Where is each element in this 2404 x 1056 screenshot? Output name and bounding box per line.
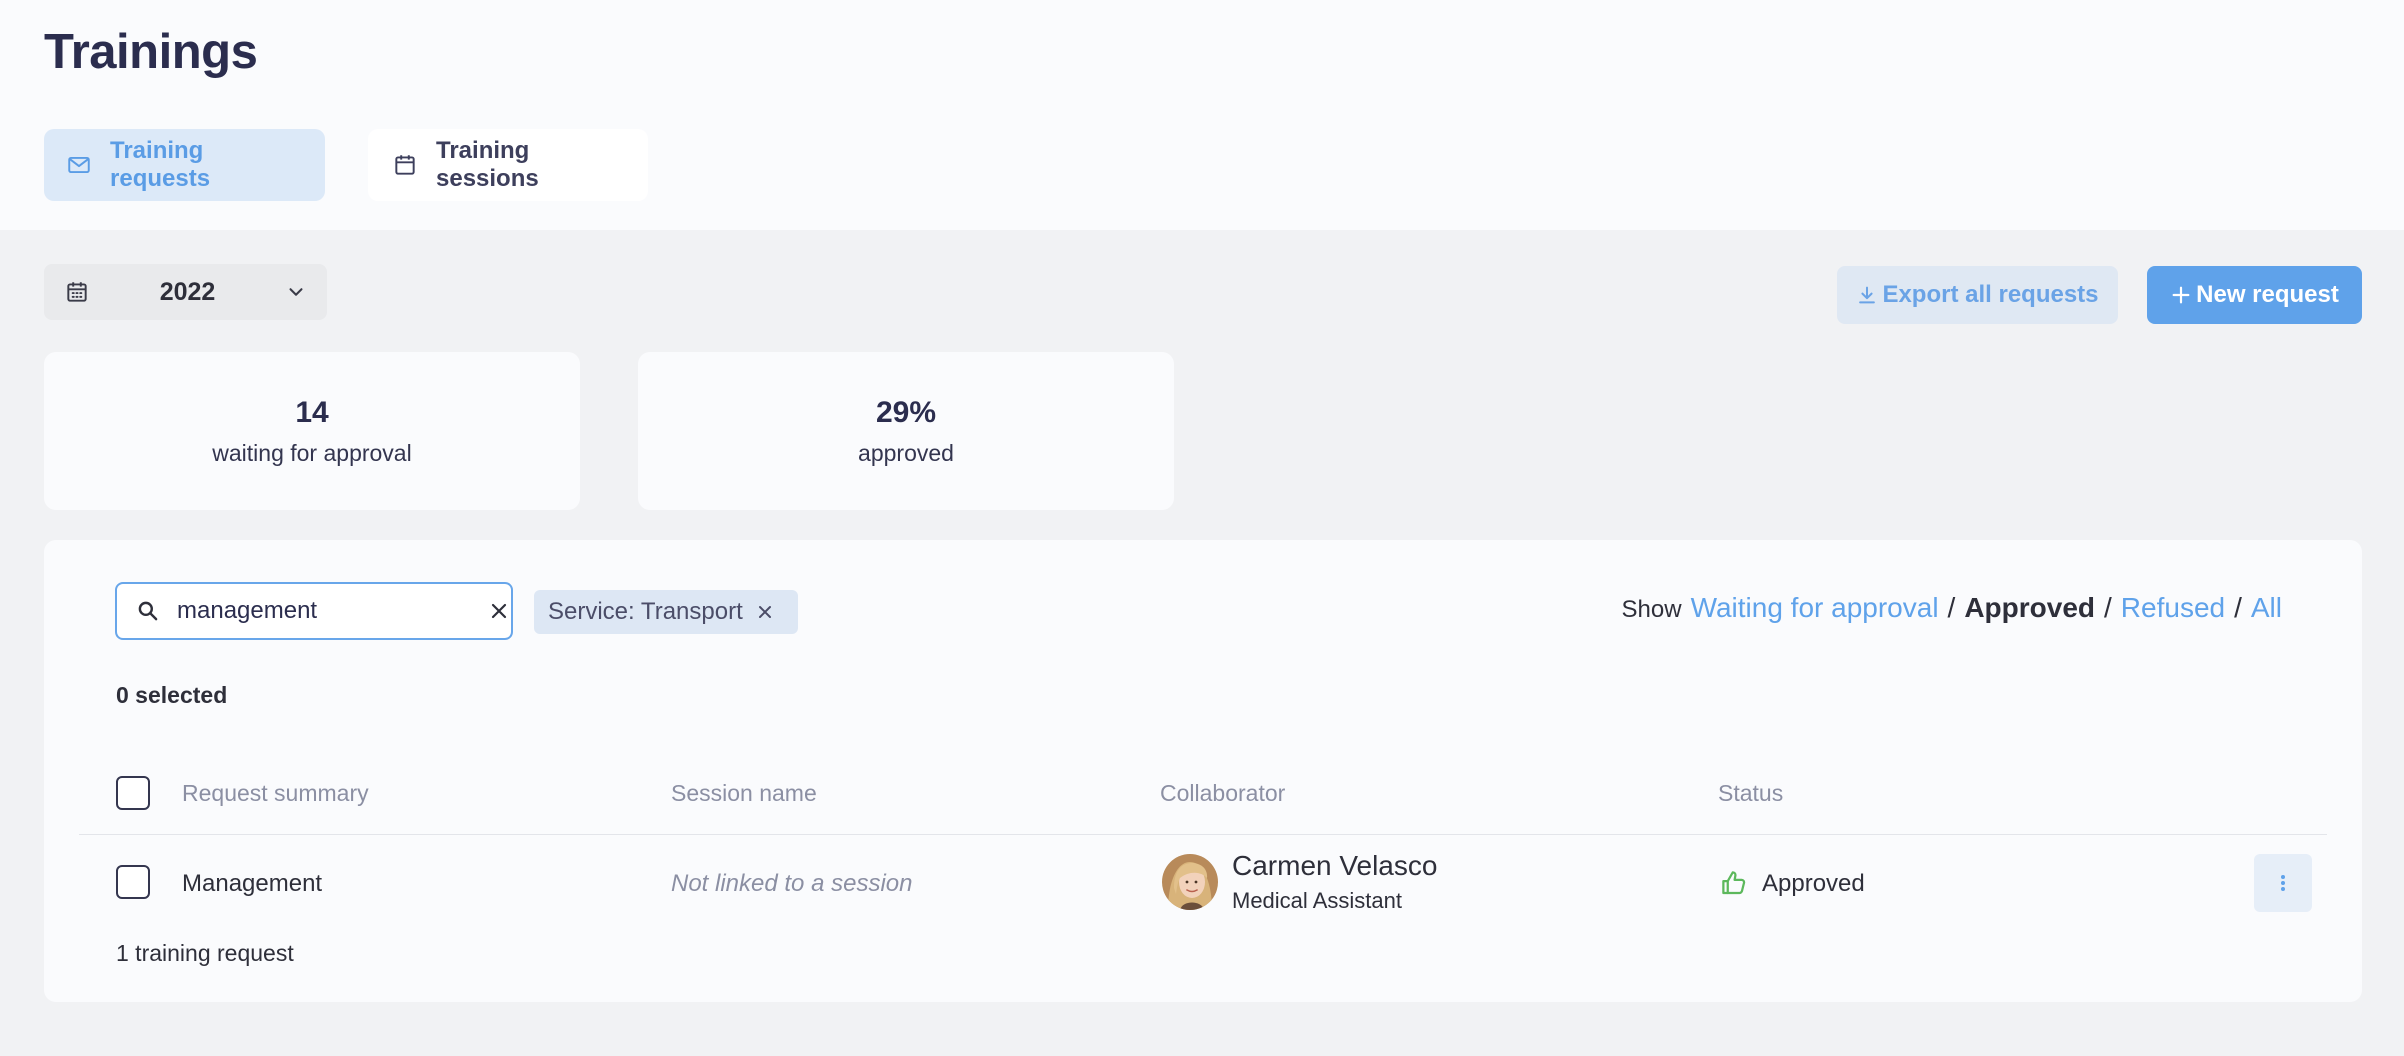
status-option-refused[interactable]: Refused [2121, 592, 2225, 624]
column-header-session[interactable]: Session name [671, 780, 817, 807]
status-filter-label: Show [1621, 596, 1682, 623]
search-input[interactable] [177, 597, 487, 625]
separator: / [1947, 592, 1956, 623]
request-summary: Management [182, 870, 323, 897]
remove-filter-icon[interactable] [755, 602, 775, 622]
collaborator-name[interactable]: Carmen Velasco [1232, 850, 1437, 882]
page-header: Trainings Training requests Training ses… [0, 0, 2404, 230]
new-request-button[interactable]: New request [2147, 266, 2362, 324]
collaborator-role: Medical Assistant [1232, 888, 1402, 913]
stat-label: waiting for approval [212, 439, 412, 466]
status-label: Approved [1762, 870, 1865, 897]
stat-value: 29% [875, 395, 937, 429]
calendar-icon [392, 152, 418, 178]
search-icon [135, 598, 161, 624]
plus-icon [2170, 284, 2192, 306]
filter-chip-service: Service: Transport [534, 590, 798, 634]
status-option-waiting[interactable]: Waiting for approval [1691, 592, 1939, 624]
column-header-collaborator[interactable]: Collaborator [1160, 780, 1285, 807]
tab-label: Training sessions [436, 137, 539, 192]
status-filter: Show Waiting for approval / Approved / R… [1622, 592, 2282, 624]
column-header-summary[interactable]: Request summary [182, 780, 369, 807]
stat-value: 14 [295, 395, 329, 429]
stat-card-approved: 29% approved [638, 352, 1174, 510]
avatar [1162, 854, 1218, 910]
divider [79, 834, 2327, 835]
clear-search-icon[interactable] [487, 599, 511, 623]
selected-count: 0 selected [116, 682, 228, 708]
column-header-status[interactable]: Status [1718, 780, 1783, 807]
stat-label: approved [858, 439, 954, 466]
new-request-label: New request [2196, 281, 2339, 308]
download-icon [1856, 284, 1878, 306]
page-title: Trainings [44, 25, 258, 79]
filter-chip-label: Service: Transport [548, 598, 743, 625]
chevron-down-icon [285, 281, 307, 303]
search-field[interactable] [115, 582, 513, 640]
row-actions-button[interactable] [2254, 854, 2312, 912]
tab-label: Training requests [110, 137, 211, 192]
total-count: 1 training request [116, 940, 294, 966]
status-option-all[interactable]: All [2251, 592, 2282, 624]
export-label: Export all requests [1882, 281, 2099, 308]
select-all-checkbox[interactable] [116, 776, 150, 810]
export-all-requests-button[interactable]: Export all requests [1837, 266, 2118, 324]
thumbs-up-icon [1719, 868, 1749, 898]
more-vertical-icon [2271, 871, 2295, 895]
requests-panel: Service: Transport Show Waiting for appr… [44, 540, 2362, 1002]
calendar-icon [64, 279, 90, 305]
year-value: 2022 [159, 277, 216, 306]
status-option-approved[interactable]: Approved [1964, 592, 2095, 624]
separator: / [2234, 592, 2242, 623]
row-checkbox[interactable] [116, 865, 150, 899]
mail-icon [66, 152, 92, 178]
tab-training-sessions[interactable]: Training sessions [368, 129, 648, 201]
session-name: Not linked to a session [671, 870, 913, 897]
separator: / [2104, 592, 2112, 623]
tab-training-requests[interactable]: Training requests [44, 129, 325, 201]
year-select[interactable]: 2022 [44, 264, 327, 320]
stat-card-waiting: 14 waiting for approval [44, 352, 580, 510]
